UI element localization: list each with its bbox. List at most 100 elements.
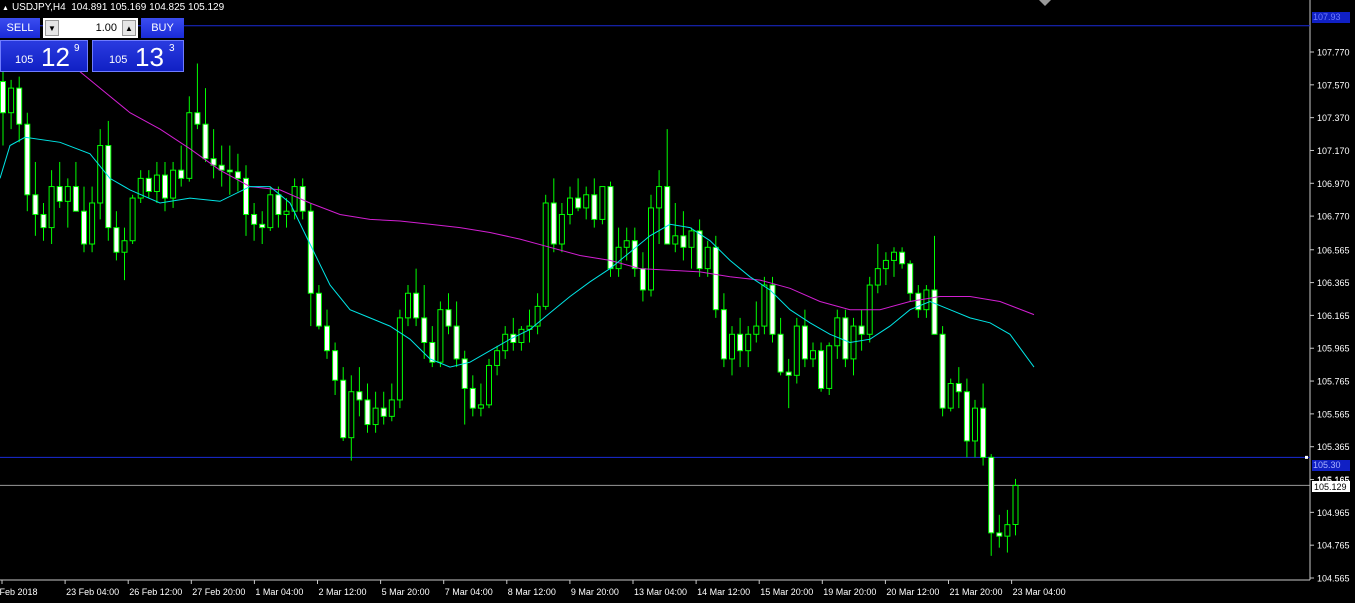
bull-candle-body <box>121 240 128 253</box>
bull-candle-body <box>97 145 104 204</box>
bull-candle-body <box>64 186 71 202</box>
top-line-price-tag: 107.93 <box>1312 12 1350 23</box>
lot-size-stepper[interactable]: ▼ ▲ <box>43 18 138 38</box>
bull-candle-body <box>729 333 735 360</box>
sell-price-big: 12 <box>41 42 70 72</box>
bear-candle-body <box>315 292 322 327</box>
lot-decrease-icon[interactable]: ▼ <box>45 20 59 36</box>
bear-candle-body <box>218 164 225 171</box>
bear-candle-body <box>988 456 995 534</box>
bear-candle-body <box>801 325 808 360</box>
bull-candle-body <box>129 197 136 242</box>
bull-candle-body <box>388 399 395 417</box>
bear-candle-body <box>24 123 31 196</box>
price-tick-label: 107.170 <box>1317 146 1350 156</box>
bear-candle-body <box>332 350 339 381</box>
price-tick-label: 105.565 <box>1317 409 1350 419</box>
buy-price-pip: 3 <box>169 43 175 54</box>
bear-candle-body <box>631 240 638 270</box>
chart-canvas[interactable]: 107.770 107.570 107.370 107.170 106.970 106.7… <box>0 0 1355 603</box>
bear-candle-body <box>664 186 671 245</box>
bull-candle-body <box>745 333 752 352</box>
sell-price-box[interactable]: 105 12 9 <box>0 40 88 72</box>
bull-candle-body <box>542 202 549 307</box>
bull-candle-body <box>672 235 679 245</box>
bear-candle-body <box>712 246 719 311</box>
bear-candle-body <box>777 333 784 373</box>
bull-candle-body <box>170 169 177 199</box>
time-tick-label: 27 Feb 20:00 <box>192 587 245 597</box>
fast-moving-average-line <box>0 136 1035 368</box>
buy-button[interactable]: BUY <box>141 18 184 38</box>
bull-candle-body <box>947 383 954 409</box>
bear-candle-body <box>356 391 363 401</box>
bull-candle-body <box>518 328 525 343</box>
bear-candle-body <box>340 379 347 439</box>
bull-candle-body <box>494 350 501 366</box>
sell-price-prefix: 105 <box>15 54 34 66</box>
bull-candle-body <box>437 309 444 363</box>
lot-size-input[interactable] <box>61 19 119 37</box>
bull-candle-body <box>153 174 160 193</box>
lot-increase-icon[interactable]: ▲ <box>122 20 136 36</box>
bear-candle-body <box>178 169 185 179</box>
price-tick-label: 104.565 <box>1317 574 1350 584</box>
time-tick-label: 21 Mar 20:00 <box>950 587 1003 597</box>
bull-candle-body <box>923 289 930 311</box>
time-tick-label: 23 Mar 04:00 <box>1013 587 1066 597</box>
bear-candle-body <box>996 532 1003 537</box>
time-tick-label: 2 Mar 12:00 <box>319 587 367 597</box>
bear-candle-body <box>421 317 428 343</box>
bear-candle-body <box>550 202 557 245</box>
bear-candle-body <box>453 325 460 360</box>
bear-candle-body <box>907 263 914 294</box>
bull-candle-body <box>477 404 484 409</box>
symbol-header: ▲ USDJPY,H4 104.891 105.169 104.825 105.1… <box>2 2 224 13</box>
bull-candle-body <box>648 207 654 291</box>
time-tick-label: 26 Feb 12:00 <box>129 587 182 597</box>
time-tick-label: 23 Feb 04:00 <box>66 587 119 597</box>
bear-candle-body <box>720 309 727 360</box>
collapse-triangle-icon[interactable]: ▲ <box>2 5 9 12</box>
bid-price-tag: 105.129 <box>1312 481 1350 492</box>
bull-candle-body <box>348 391 355 439</box>
bear-candle-body <box>607 186 614 270</box>
buy-price-box[interactable]: 105 13 3 <box>92 40 184 72</box>
price-tick-label: 106.365 <box>1317 278 1350 288</box>
bear-candle-body <box>939 333 946 409</box>
mid-line-handle <box>1305 455 1308 459</box>
bear-candle-body <box>963 391 970 442</box>
price-chart[interactable]: 107.770 107.570 107.370 107.170 106.970 106.7… <box>0 0 1355 603</box>
bull-candle-body <box>486 364 492 406</box>
bear-candle-body <box>899 251 906 265</box>
bull-candle-body <box>1012 484 1019 525</box>
bull-candle-body <box>599 186 606 220</box>
bear-candle-body <box>113 227 120 253</box>
bull-candle-body <box>623 240 630 248</box>
bear-candle-body <box>842 317 849 360</box>
bull-candle-body <box>291 186 298 212</box>
bear-candle-body <box>380 407 387 417</box>
bear-candle-body <box>40 213 47 229</box>
bear-candle-body <box>955 383 962 393</box>
bull-candle-body <box>972 407 978 442</box>
bear-candle-body <box>251 213 258 225</box>
bear-candle-body <box>364 399 371 426</box>
bull-candle-body <box>283 210 290 215</box>
sell-button[interactable]: SELL <box>0 18 40 38</box>
bear-candle-body <box>980 407 987 458</box>
bull-candle-body <box>396 317 403 401</box>
time-tick-label: 7 Mar 04:00 <box>445 587 493 597</box>
mid-line-price-tag: 105.30 <box>1312 460 1350 471</box>
chart-shift-marker-icon[interactable] <box>1039 0 1051 6</box>
bear-candle-body <box>259 223 266 229</box>
bear-candle-body <box>202 123 209 160</box>
bull-candle-body <box>405 292 411 319</box>
bull-candle-body <box>186 112 193 179</box>
sell-price-pip: 9 <box>74 43 80 54</box>
bull-candle-body <box>834 317 841 347</box>
time-tick-label: 5 Mar 20:00 <box>382 587 430 597</box>
bear-candle-body <box>858 325 865 335</box>
price-tick-label: 106.165 <box>1317 311 1350 321</box>
bull-candle-body <box>567 197 573 215</box>
